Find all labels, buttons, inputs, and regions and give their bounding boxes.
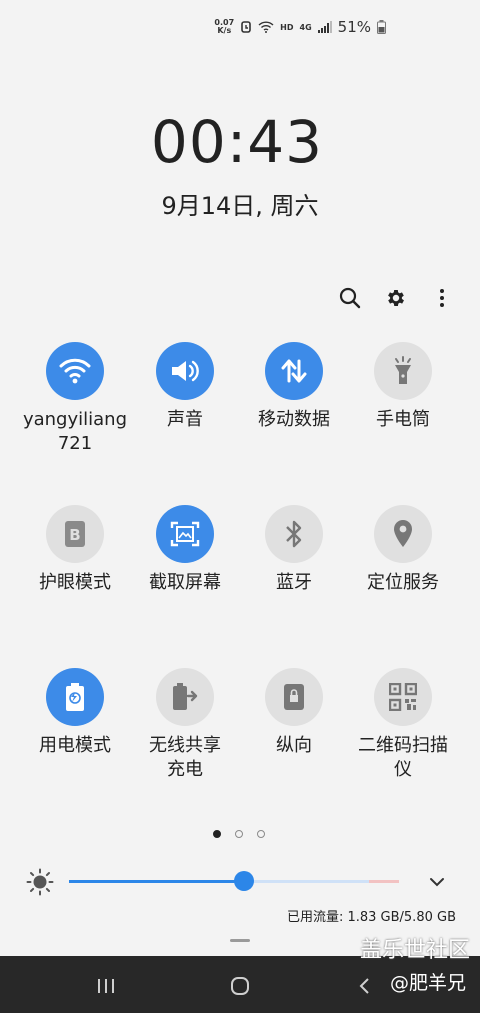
page-dot-1[interactable]	[213, 830, 221, 838]
alarm-icon	[241, 21, 251, 33]
search-button[interactable]	[338, 286, 362, 310]
data-arrows-icon	[281, 359, 307, 383]
battery-icon	[377, 20, 386, 34]
volume-icon	[172, 360, 199, 382]
tile-location-label: 定位服务	[367, 572, 439, 593]
tile-eye-comfort-toggle[interactable]: B	[46, 505, 104, 563]
network-label: 4G	[299, 22, 312, 32]
gear-icon	[388, 290, 404, 306]
tile-mobile-data[interactable]: 移动数据	[239, 342, 349, 432]
more-vert-icon	[440, 289, 444, 307]
net-speed: 0.07 K/s	[214, 18, 235, 35]
tile-portrait[interactable]: 纵向	[239, 668, 349, 758]
battery-percent: 51%	[337, 18, 371, 36]
watermark-site: 盖乐世社区	[359, 938, 470, 963]
svg-text:B: B	[69, 526, 80, 544]
clock-date[interactable]: 9月14日, 周六	[0, 186, 480, 221]
tile-bluetooth[interactable]: 蓝牙	[239, 505, 349, 595]
tile-location-toggle[interactable]	[374, 505, 432, 563]
tile-mobile-data-label: 移动数据	[258, 409, 330, 430]
tile-flashlight[interactable]: 手电筒	[348, 342, 458, 432]
tile-portrait-label: 纵向	[276, 735, 312, 756]
home-button[interactable]	[220, 972, 260, 1000]
page-dot-2[interactable]	[235, 830, 243, 838]
tile-power-mode[interactable]: 用电模式	[20, 668, 130, 758]
brightness-slider-thumb[interactable]	[234, 871, 254, 891]
back-icon	[359, 978, 369, 994]
recents-icon	[98, 979, 114, 993]
tile-sound[interactable]: 声音	[130, 342, 240, 432]
tile-eye-comfort[interactable]: B 护眼模式	[20, 505, 130, 595]
tile-qr-scanner-label: 二维码扫描 仪	[358, 735, 448, 780]
brightness-control	[26, 868, 450, 896]
clock-time[interactable]: 00:43	[0, 108, 474, 176]
portrait-lock-icon	[284, 684, 304, 710]
power-mode-icon	[66, 683, 84, 711]
flashlight-icon	[395, 356, 411, 384]
hd-label: HD	[280, 22, 294, 32]
screenshot-icon	[170, 521, 200, 547]
tile-screenshot-toggle[interactable]	[156, 505, 214, 563]
tile-portrait-toggle[interactable]	[265, 668, 323, 726]
recents-button[interactable]	[86, 972, 126, 1000]
tile-wifi-label: yangyiliang 721	[22, 409, 128, 454]
search-icon	[339, 287, 361, 309]
tile-screenshot-label: 截取屏幕	[149, 572, 221, 593]
tile-power-mode-label: 用电模式	[39, 735, 111, 756]
page-indicator	[213, 830, 265, 838]
tile-bluetooth-toggle[interactable]	[265, 505, 323, 563]
home-icon	[231, 977, 249, 995]
brightness-slider-fill	[69, 880, 244, 883]
brightness-sun-icon	[26, 868, 54, 896]
status-bar: 0.07 K/s HD 4G 51%	[214, 18, 386, 36]
tile-qr-scanner[interactable]: 二维码扫描 仪	[348, 668, 458, 782]
tile-flashlight-label: 手电筒	[376, 409, 430, 430]
settings-button[interactable]	[384, 286, 408, 310]
wireless-share-icon	[173, 683, 198, 710]
eye-comfort-icon: B	[65, 521, 85, 547]
tile-wireless-share-label: 无线共享 充电	[149, 735, 221, 780]
wifi-status-icon	[258, 21, 274, 33]
location-icon	[394, 520, 412, 547]
tile-location[interactable]: 定位服务	[348, 505, 458, 595]
tile-mobile-data-toggle[interactable]	[265, 342, 323, 400]
tile-bluetooth-label: 蓝牙	[276, 572, 312, 593]
panel-toolbar	[338, 286, 454, 310]
page-dot-3[interactable]	[257, 830, 265, 838]
more-options-button[interactable]	[430, 286, 454, 310]
data-usage-text: 已用流量: 1.83 GB/5.80 GB	[286, 910, 456, 925]
chevron-down-icon[interactable]	[429, 877, 445, 887]
tile-wifi[interactable]: yangyiliang 721	[20, 342, 130, 456]
tile-wireless-share-toggle[interactable]	[156, 668, 214, 726]
tile-power-mode-toggle[interactable]	[46, 668, 104, 726]
qr-code-icon	[389, 683, 417, 711]
watermark-credit: @肥羊兄	[389, 972, 466, 994]
tile-sound-toggle[interactable]	[156, 342, 214, 400]
bluetooth-icon	[286, 520, 302, 548]
tile-wifi-toggle[interactable]	[46, 342, 104, 400]
signal-icon	[317, 21, 332, 33]
wifi-icon	[59, 358, 91, 384]
back-button[interactable]	[354, 972, 374, 1000]
tile-screenshot[interactable]: 截取屏幕	[130, 505, 240, 595]
tile-eye-comfort-label: 护眼模式	[39, 572, 111, 593]
tile-flashlight-toggle[interactable]	[374, 342, 432, 400]
panel-drag-handle[interactable]	[230, 939, 250, 942]
tile-qr-scanner-toggle[interactable]	[374, 668, 432, 726]
tile-sound-label: 声音	[167, 409, 203, 430]
tile-wireless-share[interactable]: 无线共享 充电	[130, 668, 240, 782]
brightness-slider-high-zone	[369, 880, 399, 883]
